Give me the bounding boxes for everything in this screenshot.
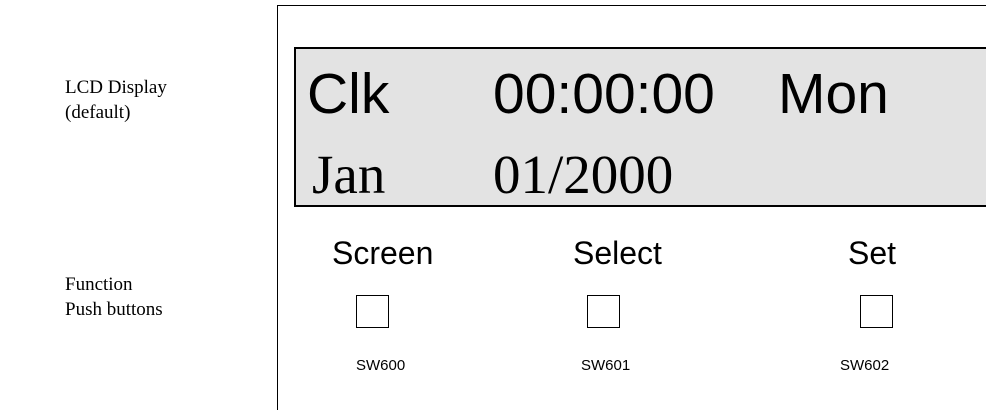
lcd-month-text: Jan xyxy=(312,144,386,205)
select-button-id: SW601 xyxy=(581,357,631,374)
set-button[interactable] xyxy=(860,295,893,328)
lcd-day-text: Mon xyxy=(778,62,889,126)
set-button-label: Set xyxy=(848,235,897,271)
function-buttons-label-line1: Function xyxy=(65,274,133,295)
screen-button-label: Screen xyxy=(332,235,434,271)
lcd-date-text: 01/2000 xyxy=(493,144,674,205)
select-button[interactable] xyxy=(587,295,620,328)
function-buttons-label-line2: Push buttons xyxy=(65,299,163,320)
select-button-label: Select xyxy=(573,235,662,271)
screen-button[interactable] xyxy=(356,295,389,328)
function-buttons-label: Function Push buttons xyxy=(65,272,163,322)
lcd-mode-text: Clk xyxy=(307,62,390,126)
lcd-display-label: LCD Display (default) xyxy=(65,75,167,125)
set-button-id: SW602 xyxy=(840,357,890,374)
lcd-display-label-line2: (default) xyxy=(65,102,131,123)
lcd-display-label-line1: LCD Display xyxy=(65,77,167,98)
lcd-time-text: 00:00:00 xyxy=(493,62,715,126)
screen-button-id: SW600 xyxy=(356,357,406,374)
